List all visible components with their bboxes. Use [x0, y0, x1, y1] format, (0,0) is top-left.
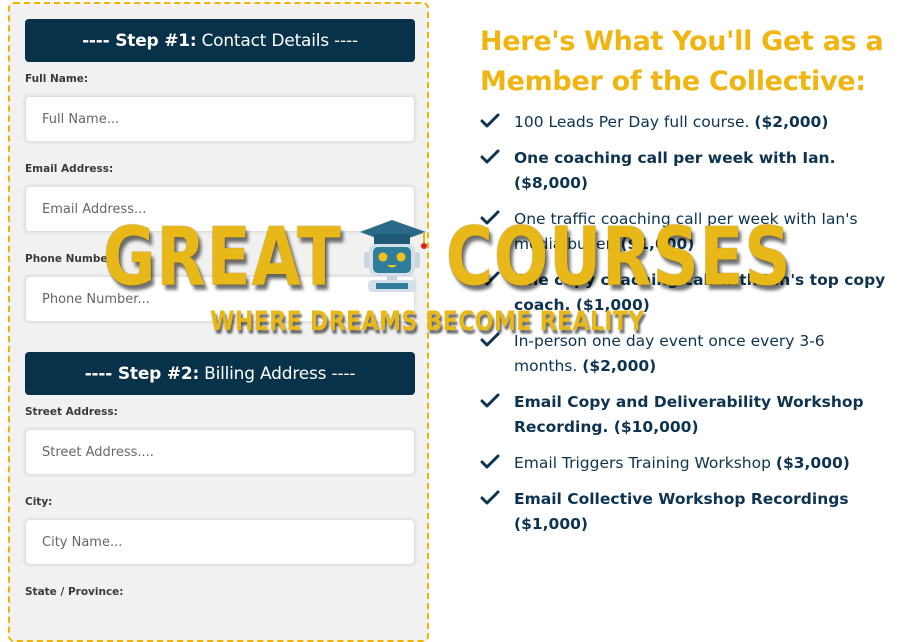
check-icon — [480, 332, 500, 347]
benefit-price: ($3,000) — [775, 454, 850, 472]
benefit-item: 100 Leads Per Day full course. ($2,000) — [480, 110, 890, 135]
benefit-item: One coaching call per week with Ian. ($8… — [480, 146, 890, 196]
step2-prefix: ---- Step #2: — [84, 363, 200, 384]
step1-title: Contact Details ---- — [201, 30, 358, 51]
benefit-price: ($1,000) — [514, 515, 588, 533]
benefit-item: Email Copy and Deliverability Workshop R… — [480, 390, 890, 440]
benefit-text: 100 Leads Per Day full course. — [514, 113, 750, 131]
benefit-text: In-person one day event once every 3-6 m… — [514, 332, 825, 375]
street-label: Street Address: — [25, 406, 118, 418]
city-input[interactable] — [25, 519, 415, 565]
benefit-text: Email Triggers Training Workshop — [514, 454, 771, 472]
check-icon — [480, 210, 500, 225]
benefit-item: One copy coaching call with Ian's top co… — [480, 268, 890, 318]
city-label: City: — [25, 496, 53, 508]
step1-prefix: ---- Step #1: — [82, 30, 197, 51]
check-icon — [480, 149, 500, 164]
benefit-text: One coaching call per week with Ian. — [514, 149, 836, 167]
benefit-price: ($8,000) — [514, 174, 588, 192]
benefit-price: ($10,000) — [613, 418, 699, 436]
full-name-label: Full Name: — [25, 73, 89, 85]
benefit-item: One traffic coaching call per week with … — [480, 207, 890, 257]
email-label: Email Address: — [25, 163, 114, 175]
benefit-text: Email Collective Workshop Recordings — [514, 490, 849, 508]
phone-input[interactable] — [25, 276, 415, 322]
benefits-section: Here's What You'll Get as a Member of th… — [480, 22, 890, 548]
benefit-price: ($1,000) — [575, 296, 650, 314]
check-icon — [480, 113, 500, 128]
full-name-input[interactable] — [25, 96, 415, 142]
benefit-item: Email Collective Workshop Recordings ($1… — [480, 487, 890, 537]
state-label: State / Province: — [25, 586, 124, 598]
benefit-text: One copy coaching call with Ian's top co… — [514, 271, 886, 314]
order-form-panel: ---- Step #1: Contact Details ---- Full … — [8, 2, 429, 642]
benefit-list: 100 Leads Per Day full course. ($2,000) O… — [480, 110, 890, 537]
email-input[interactable] — [25, 186, 415, 232]
benefit-price: ($2,000) — [582, 357, 657, 375]
step1-header: ---- Step #1: Contact Details ---- — [25, 19, 415, 62]
benefit-price: ($2,000) — [754, 113, 829, 131]
check-icon — [480, 271, 500, 286]
benefit-price: ($1,000) — [620, 235, 695, 253]
check-icon — [480, 393, 500, 408]
benefit-item: Email Triggers Training Workshop ($3,000… — [480, 451, 890, 476]
phone-label: Phone Number: — [25, 253, 117, 265]
step2-header: ---- Step #2: Billing Address ---- — [25, 352, 415, 395]
check-icon — [480, 454, 500, 469]
check-icon — [480, 490, 500, 505]
step2-title: Billing Address ---- — [204, 363, 356, 384]
benefit-item: In-person one day event once every 3-6 m… — [480, 329, 890, 379]
benefits-title: Here's What You'll Get as a Member of th… — [480, 26, 884, 97]
street-input[interactable] — [25, 429, 415, 475]
